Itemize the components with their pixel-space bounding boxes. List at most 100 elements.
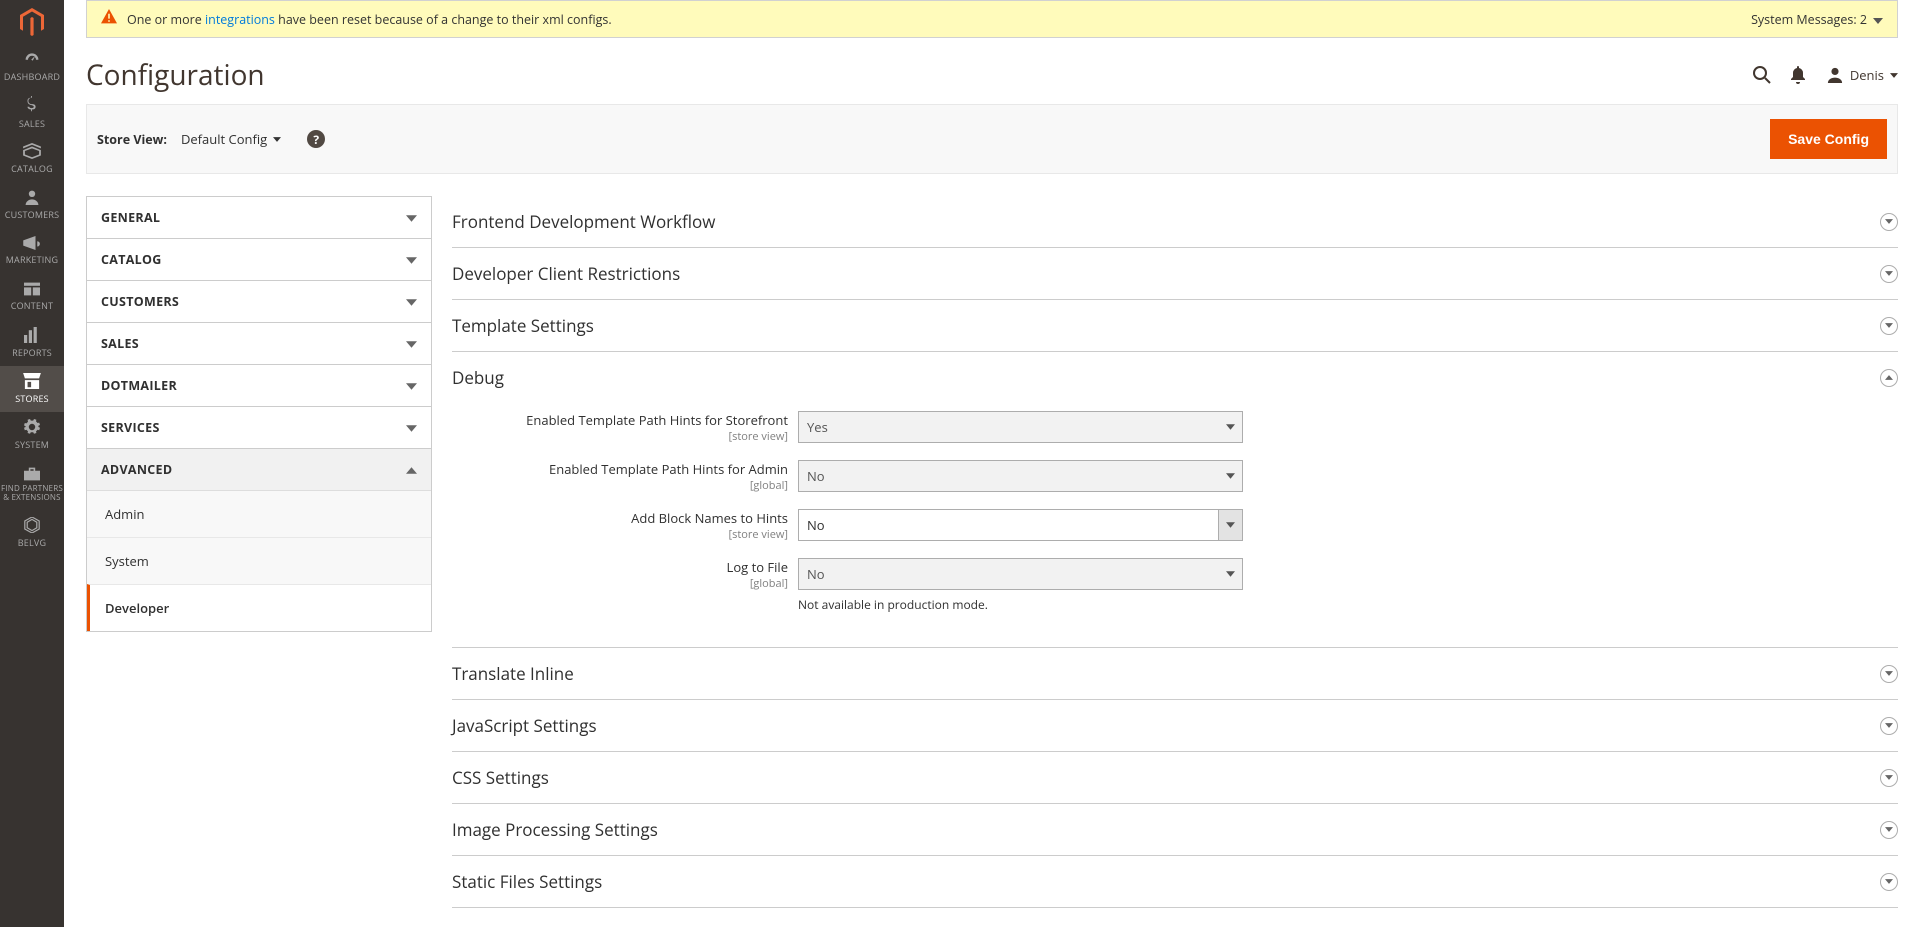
config-group-catalog: CATALOG bbox=[86, 239, 432, 281]
section-title: Static Files Settings bbox=[452, 870, 602, 893]
config-sections: Frontend Development Workflow Developer C… bbox=[452, 196, 1898, 908]
nav-marketing[interactable]: MARKETING bbox=[0, 228, 64, 274]
chevron-down-icon[interactable] bbox=[1873, 11, 1883, 28]
config-group-sales: SALES bbox=[86, 323, 432, 365]
config-sub-item-developer[interactable]: Developer bbox=[87, 584, 431, 631]
help-icon[interactable]: ? bbox=[307, 130, 325, 148]
config-group-dotmailer: DOTMAILER bbox=[86, 365, 432, 407]
field-row: Add Block Names to Hints[store view]No bbox=[452, 509, 1898, 542]
nav-label: SALES bbox=[19, 117, 45, 130]
section-toggle[interactable]: JavaScript Settings bbox=[452, 714, 1898, 737]
section-body-debug: Enabled Template Path Hints for Storefro… bbox=[452, 389, 1898, 633]
search-icon[interactable] bbox=[1744, 57, 1780, 93]
admin-nav: DASHBOARD SALES CATALOG CUSTOMERS MARKET… bbox=[0, 0, 64, 927]
section-css-settings: CSS Settings bbox=[452, 752, 1898, 804]
nav-partners[interactable]: FIND PARTNERS & EXTENSIONS bbox=[0, 458, 64, 510]
config-group-label: SERVICES bbox=[101, 419, 160, 436]
section-frontend-development-workflow: Frontend Development Workflow bbox=[452, 196, 1898, 248]
select-value: No bbox=[807, 516, 825, 534]
chevron-down-icon bbox=[406, 377, 417, 394]
chevron-down-icon bbox=[1218, 461, 1242, 491]
select-value: No bbox=[807, 467, 825, 485]
config-group-label: DOTMAILER bbox=[101, 377, 177, 394]
config-group-general: GENERAL bbox=[86, 196, 432, 239]
field-row: Log to File[global]NoNot available in pr… bbox=[452, 558, 1898, 613]
config-group-customers: CUSTOMERS bbox=[86, 281, 432, 323]
field-label: Log to File bbox=[452, 558, 788, 576]
nav-reports[interactable]: REPORTS bbox=[0, 320, 64, 366]
section-title: Developer Client Restrictions bbox=[452, 262, 680, 285]
select-add-block-names-to-hints[interactable]: No bbox=[798, 509, 1243, 541]
nav-label: MARKETING bbox=[6, 253, 58, 266]
nav-label: SYSTEM bbox=[15, 438, 49, 451]
field-label: Enabled Template Path Hints for Storefro… bbox=[452, 411, 788, 429]
chevron-down-icon bbox=[1218, 510, 1242, 540]
field-row: Enabled Template Path Hints for Storefro… bbox=[452, 411, 1898, 444]
nav-label: CONTENT bbox=[11, 299, 54, 312]
config-group-toggle[interactable]: SALES bbox=[87, 323, 431, 364]
chevron-down-icon bbox=[1890, 73, 1898, 78]
nav-content[interactable]: CONTENT bbox=[0, 274, 64, 320]
person-icon bbox=[1826, 67, 1844, 83]
main: One or more integrations have been reset… bbox=[64, 0, 1920, 927]
nav-system[interactable]: SYSTEM bbox=[0, 412, 64, 458]
bell-icon[interactable] bbox=[1780, 57, 1816, 93]
chevron-down-icon bbox=[406, 293, 417, 310]
user-name: Denis bbox=[1850, 66, 1884, 84]
section-toggle[interactable]: CSS Settings bbox=[452, 766, 1898, 789]
save-config-button[interactable]: Save Config bbox=[1770, 119, 1887, 159]
section-toggle[interactable]: Translate Inline bbox=[452, 662, 1898, 685]
chevron-down-icon bbox=[1880, 821, 1898, 839]
chevron-down-icon bbox=[1880, 665, 1898, 683]
nav-label: CUSTOMERS bbox=[5, 208, 60, 221]
nav-belvg[interactable]: BELVG bbox=[0, 510, 64, 556]
section-toggle[interactable]: Debug bbox=[452, 366, 1898, 389]
config-group-label: SALES bbox=[101, 335, 139, 352]
chevron-down-icon bbox=[1880, 717, 1898, 735]
toolbar: Store View: Default Config ? Save Config bbox=[86, 104, 1898, 174]
section-toggle[interactable]: Image Processing Settings bbox=[452, 818, 1898, 841]
sysmsg-count[interactable]: System Messages: 2 bbox=[1751, 11, 1867, 28]
config-group-toggle[interactable]: SERVICES bbox=[87, 407, 431, 448]
section-title: CSS Settings bbox=[452, 766, 549, 789]
section-title: JavaScript Settings bbox=[452, 714, 597, 737]
field-scope: [global] bbox=[452, 576, 788, 591]
config-group-toggle[interactable]: CATALOG bbox=[87, 239, 431, 280]
nav-sales[interactable]: SALES bbox=[0, 90, 64, 136]
section-title: Debug bbox=[452, 366, 504, 389]
config-sub-item-admin[interactable]: Admin bbox=[87, 491, 431, 537]
chevron-down-icon bbox=[1880, 265, 1898, 283]
select-value: No bbox=[807, 565, 825, 583]
magento-logo[interactable] bbox=[0, 0, 64, 44]
nav-catalog[interactable]: CATALOG bbox=[0, 136, 64, 182]
store-view-selector[interactable]: Default Config bbox=[181, 130, 281, 148]
integrations-link[interactable]: integrations bbox=[205, 11, 275, 28]
nav-dashboard[interactable]: DASHBOARD bbox=[0, 44, 64, 90]
config-group-toggle[interactable]: ADVANCED bbox=[87, 449, 431, 490]
config-group-toggle[interactable]: CUSTOMERS bbox=[87, 281, 431, 322]
config-group-toggle[interactable]: GENERAL bbox=[87, 197, 431, 238]
nav-label: CATALOG bbox=[11, 162, 53, 175]
user-menu[interactable]: Denis bbox=[1826, 66, 1898, 84]
section-title: Image Processing Settings bbox=[452, 818, 658, 841]
section-developer-client-restrictions: Developer Client Restrictions bbox=[452, 248, 1898, 300]
config-group-label: GENERAL bbox=[101, 209, 160, 226]
chevron-down-icon bbox=[406, 419, 417, 436]
nav-label: STORES bbox=[15, 392, 49, 405]
section-toggle[interactable]: Frontend Development Workflow bbox=[452, 210, 1898, 233]
config-sub-item-system[interactable]: System bbox=[87, 537, 431, 584]
page-header: Configuration Denis bbox=[86, 38, 1898, 104]
sysmsg-text: One or more integrations have been reset… bbox=[127, 11, 612, 28]
section-toggle[interactable]: Template Settings bbox=[452, 314, 1898, 337]
section-toggle[interactable]: Static Files Settings bbox=[452, 870, 1898, 893]
section-toggle[interactable]: Developer Client Restrictions bbox=[452, 262, 1898, 285]
nav-stores[interactable]: STORES bbox=[0, 366, 64, 412]
select-enabled-template-path-hints-for-admin: No bbox=[798, 460, 1243, 492]
chevron-down-icon bbox=[1880, 873, 1898, 891]
config-group-toggle[interactable]: DOTMAILER bbox=[87, 365, 431, 406]
nav-customers[interactable]: CUSTOMERS bbox=[0, 182, 64, 228]
chevron-down-icon bbox=[406, 335, 417, 352]
field-scope: [store view] bbox=[452, 527, 788, 542]
config-group-label: ADVANCED bbox=[101, 461, 172, 478]
field-scope: [store view] bbox=[452, 429, 788, 444]
